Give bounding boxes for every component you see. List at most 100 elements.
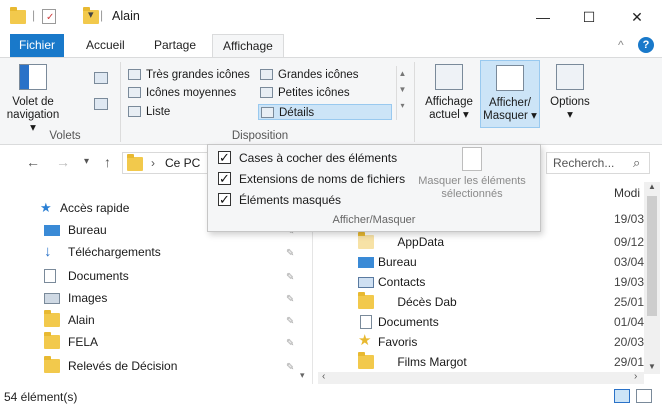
sidebar-item-label: Documents xyxy=(68,269,129,283)
sidebar-item-documents[interactable]: Documents xyxy=(44,266,129,286)
minimize-button[interactable]: — xyxy=(520,4,566,30)
star-icon: ★ xyxy=(358,332,372,349)
checkbox-checked[interactable] xyxy=(218,148,231,168)
sidebar-item-desktop[interactable]: Bureau xyxy=(44,220,107,240)
scroll-down-icon[interactable]: ▼ xyxy=(648,362,656,371)
pin-icon[interactable]: ✎ xyxy=(286,338,294,349)
images-icon xyxy=(44,293,60,304)
current-view-button[interactable]: Affichage actuel ▾ xyxy=(420,64,478,122)
scroll-left-icon[interactable]: ‹ xyxy=(322,371,325,382)
list-item[interactable]: Documents xyxy=(358,312,439,332)
file-name: Films Margot xyxy=(397,355,467,369)
search-input[interactable]: Recherch... ⌕ xyxy=(546,152,650,174)
sidebar-item-fela[interactable]: FELA xyxy=(44,332,98,352)
pin-icon[interactable]: ✎ xyxy=(286,272,294,283)
tab-share[interactable]: Partage xyxy=(144,34,206,58)
layout-large-icons[interactable]: Grandes icônes xyxy=(258,67,359,83)
pin-icon[interactable]: ✎ xyxy=(286,316,294,327)
up-button[interactable]: ↑ xyxy=(104,154,111,170)
list-icon xyxy=(128,106,141,117)
sidebar-item-alain[interactable]: Alain xyxy=(44,310,95,330)
large-icons-icon xyxy=(260,69,273,80)
list-item[interactable]: Bureau xyxy=(358,252,417,272)
layout-extra-large-icons[interactable]: Très grandes icônes xyxy=(126,67,250,83)
folder-icon xyxy=(358,292,374,309)
qat-dropdown-icon[interactable]: ▾ xyxy=(88,8,94,21)
hide-selected-icon xyxy=(462,147,482,171)
file-date: 09/12 xyxy=(614,235,645,249)
properties-icon[interactable]: ✓ xyxy=(42,9,56,24)
column-header-modified[interactable]: Modi xyxy=(614,186,640,200)
layout-small-icons[interactable]: Petites icônes xyxy=(258,85,350,101)
checkbox-checked[interactable] xyxy=(218,190,231,210)
download-icon: ↓ xyxy=(44,243,52,260)
vertical-scrollbar[interactable]: ▲ ▼ xyxy=(644,182,660,374)
tab-view[interactable]: Affichage xyxy=(212,34,284,58)
back-button[interactable]: ← xyxy=(26,154,40,170)
collapse-ribbon-icon[interactable]: ^ xyxy=(618,38,624,52)
file-extensions-toggle[interactable]: Extensions de noms de fichiers xyxy=(218,169,405,189)
layout-details[interactable]: Détails xyxy=(258,104,392,120)
recent-locations-button[interactable]: ▾ xyxy=(84,156,89,167)
status-bar: 54 élément(s) xyxy=(0,386,662,408)
list-item[interactable]: Films Margot xyxy=(358,352,467,372)
sidebar-item-releves[interactable]: Relevés de Décision xyxy=(44,356,177,376)
scroll-up-icon[interactable]: ▲ xyxy=(648,182,656,191)
details-pane-icon[interactable] xyxy=(94,98,108,110)
tab-file[interactable]: Fichier xyxy=(10,34,65,58)
address-input[interactable]: › Ce PC xyxy=(122,152,212,174)
show-hide-arrow: ▾ xyxy=(531,110,537,122)
quick-access-label[interactable]: Accès rapide xyxy=(60,201,129,215)
checkbox-label: Cases à cocher des éléments xyxy=(239,151,398,165)
ribbon-divider xyxy=(120,62,121,142)
breadcrumb-chevron[interactable]: › xyxy=(151,156,155,170)
title-separator: | xyxy=(100,8,104,22)
layout-list[interactable]: Liste xyxy=(126,104,170,120)
horizontal-scrollbar[interactable]: ‹ › xyxy=(318,371,644,384)
scroll-right-icon[interactable]: › xyxy=(634,371,637,382)
file-date: 01/04 xyxy=(614,315,645,329)
breadcrumb-this-pc[interactable]: Ce PC xyxy=(165,156,200,170)
layout-medium-icons[interactable]: Icônes moyennes xyxy=(126,85,236,101)
hidden-items-toggle[interactable]: Éléments masqués xyxy=(218,190,341,210)
sidebar-item-downloads[interactable]: ↓ Téléchargements xyxy=(44,242,161,262)
list-item[interactable]: ★ Favoris xyxy=(358,332,417,352)
pin-icon[interactable]: ✎ xyxy=(286,294,294,305)
title-bar: | ✓ ▾ | Alain — ☐ ✕ xyxy=(0,0,662,34)
scrollbar-thumb[interactable] xyxy=(647,196,657,316)
layout-item-label: Icônes moyennes xyxy=(146,87,237,99)
scroll-down-icon[interactable]: ▾ xyxy=(300,370,305,381)
ribbon-tabs: Fichier Accueil Partage Affichage ^ ? xyxy=(0,34,662,58)
layout-scroll-arrows[interactable]: ▲ ▼ ▾ xyxy=(396,66,408,120)
list-item[interactable]: Contacts xyxy=(358,272,425,292)
hide-selected-button[interactable]: Masquer les éléments sélectionnés xyxy=(404,147,540,201)
options-arrow: ▾ xyxy=(567,109,573,121)
sidebar-item-images[interactable]: Images xyxy=(44,288,107,308)
options-button[interactable]: Options ▾ xyxy=(544,64,596,122)
list-item[interactable]: Décès Dab xyxy=(358,292,457,312)
show-hide-button[interactable]: Afficher/ Masquer ▾ xyxy=(480,60,540,128)
preview-pane-icon[interactable] xyxy=(94,72,108,84)
item-checkboxes-toggle[interactable]: Cases à cocher des éléments xyxy=(218,148,397,168)
tab-home[interactable]: Accueil xyxy=(76,34,135,58)
folder-icon xyxy=(10,7,26,24)
close-button[interactable]: ✕ xyxy=(614,4,660,30)
details-view-icon[interactable] xyxy=(614,389,630,403)
folder-icon xyxy=(44,356,60,373)
show-hide-dropdown: Cases à cocher des éléments Extensions d… xyxy=(207,144,541,232)
help-icon[interactable]: ? xyxy=(638,37,654,53)
layout-item-label: Petites icônes xyxy=(278,87,350,99)
ribbon-divider xyxy=(414,62,415,142)
nav-pane-icon xyxy=(19,64,47,90)
large-icons-view-icon[interactable] xyxy=(636,389,652,403)
list-item[interactable]: AppData xyxy=(358,232,444,252)
pin-icon[interactable]: ✎ xyxy=(286,248,294,259)
ribbon: Volet de navigation ▾ Volets Très grande… xyxy=(0,57,662,145)
maximize-button[interactable]: ☐ xyxy=(566,4,612,30)
search-icon: ⌕ xyxy=(633,155,641,170)
nav-pane-button[interactable]: Volet de navigation ▾ xyxy=(4,64,62,135)
window-title: Alain xyxy=(112,9,140,23)
pin-icon[interactable]: ✎ xyxy=(286,362,294,373)
forward-button[interactable]: → xyxy=(56,154,70,170)
checkbox-checked[interactable] xyxy=(218,169,231,189)
